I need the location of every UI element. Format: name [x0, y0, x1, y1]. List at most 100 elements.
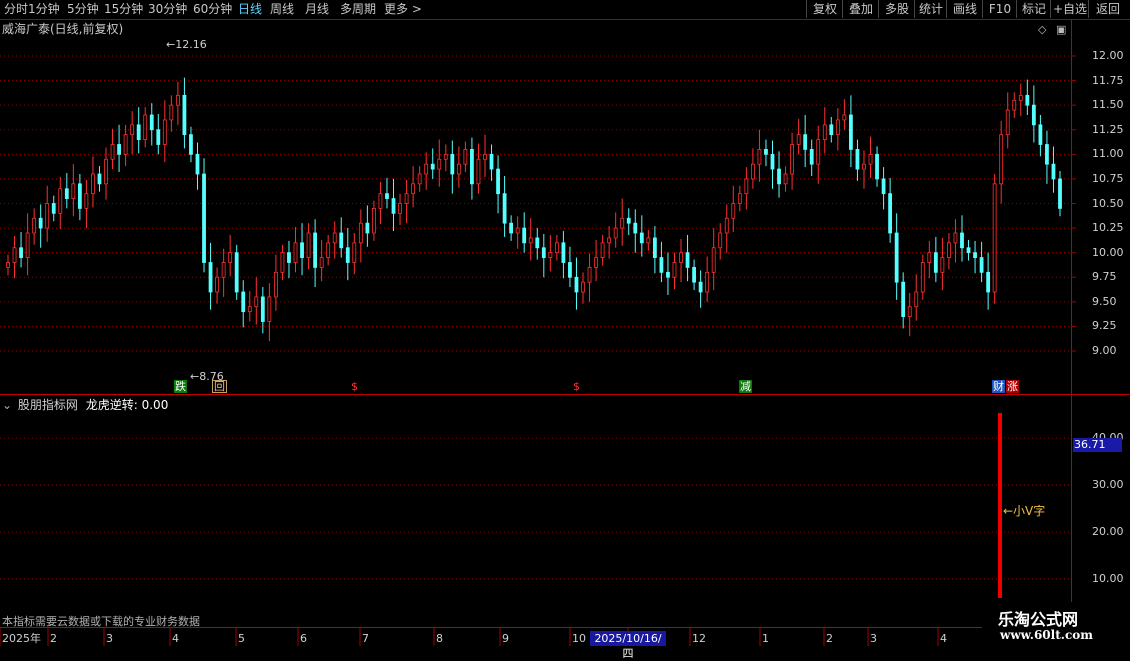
price-tick-label: 11.25: [1092, 122, 1124, 136]
candle-body: [541, 247, 546, 258]
date-label: 5: [238, 632, 245, 645]
candle-body: [378, 193, 383, 209]
candle-body: [58, 188, 63, 214]
candle-body: [156, 129, 161, 145]
date-label: 4: [172, 632, 179, 645]
watermark-url: www.60lt.com: [1000, 628, 1093, 642]
candle-body: [855, 149, 860, 170]
candle-body: [881, 178, 886, 195]
candle-body: [221, 262, 226, 278]
candle-body: [829, 124, 834, 136]
candle-body: [496, 168, 500, 195]
candle-body: [620, 217, 625, 229]
candle-body: [358, 222, 363, 244]
candle-body: [783, 173, 788, 185]
tag-rise[interactable]: 涨: [1006, 380, 1019, 393]
candle-body: [123, 134, 128, 155]
candle-body: [594, 257, 598, 268]
candle-body: [960, 232, 964, 249]
candle-body: [626, 217, 631, 224]
candle-body: [398, 203, 402, 214]
collapse-icon[interactable]: ⌄: [2, 398, 12, 412]
candle-body: [313, 232, 318, 268]
candle-body: [352, 242, 357, 263]
date-label: 9: [502, 632, 509, 645]
date-label: 2: [826, 632, 833, 645]
candle-body: [914, 291, 919, 308]
candle-body: [894, 232, 899, 283]
candle-body: [901, 281, 906, 317]
tag-dollar-1[interactable]: $: [350, 380, 359, 393]
candle-body: [502, 193, 507, 224]
candle-body: [947, 242, 951, 258]
candle-body: [202, 173, 206, 263]
candle-body: [927, 252, 932, 263]
candle-body: [1051, 163, 1056, 180]
tag-reduce[interactable]: 减: [739, 380, 752, 393]
candle-body: [1058, 178, 1062, 209]
candle-body: [639, 232, 644, 244]
candle-body: [522, 227, 527, 244]
candle-body: [633, 222, 638, 234]
candle-body: [437, 158, 442, 170]
indicator-value: 0.00: [141, 398, 169, 412]
candle-body: [6, 262, 10, 268]
candle-body: [195, 153, 200, 175]
candle-body: [757, 149, 762, 165]
candle-body: [698, 281, 703, 293]
candle-body: [646, 237, 651, 244]
candle-body: [940, 257, 945, 273]
candle-body: [835, 119, 840, 136]
candle-body: [424, 163, 429, 175]
candle-body: [509, 222, 514, 234]
candle-body: [1038, 124, 1043, 145]
candle-body: [581, 281, 585, 293]
candle-body: [372, 208, 376, 234]
candle-body: [443, 153, 448, 160]
candle-body: [711, 247, 716, 273]
indicator-source: 股朋指标网: [17, 398, 78, 412]
candle-body: [483, 153, 487, 160]
candle-body: [143, 114, 148, 140]
indicator-tick-label: 10.00: [1092, 572, 1124, 585]
candle-body: [162, 119, 167, 145]
tag-drop[interactable]: 跌: [174, 380, 187, 393]
date-label: 12: [692, 632, 706, 645]
candle-body: [770, 153, 775, 170]
candle-body: [672, 262, 677, 278]
tag-dollar-2[interactable]: $: [572, 380, 581, 393]
date-label: 4: [940, 632, 947, 645]
chart-canvas: [0, 55, 1076, 646]
indicator-annotation: ←小V字: [1003, 504, 1046, 518]
tag-return[interactable]: 回: [212, 380, 227, 393]
candle-body: [228, 252, 233, 263]
candle-body: [705, 271, 710, 293]
date-label: 1: [762, 632, 769, 645]
candle-body: [84, 193, 89, 209]
candle-body: [215, 276, 219, 293]
candle-body: [456, 163, 461, 175]
candle-body: [744, 178, 749, 195]
candle-body: [260, 296, 265, 322]
candle-body: [64, 188, 69, 199]
date-highlight: 2025/10/16/四: [590, 631, 666, 660]
candle-body: [234, 252, 239, 293]
candle-body: [476, 158, 481, 185]
high-marker: ←12.16: [166, 38, 207, 51]
candle-body: [1025, 94, 1030, 106]
candle-body: [326, 242, 331, 258]
candle-body: [71, 183, 76, 199]
candle-body: [777, 168, 781, 185]
candle-body: [417, 173, 422, 185]
indicator-header[interactable]: ⌄ 股朋指标网 龙虎逆转: 0.00: [2, 397, 168, 413]
candle-body: [842, 114, 847, 121]
candle-body: [32, 217, 37, 234]
candle-body: [293, 242, 298, 263]
candle-body: [986, 271, 991, 293]
price-tick-label: 10.00: [1092, 245, 1124, 259]
candle-body: [104, 158, 108, 185]
candle-body: [737, 193, 742, 204]
candle-body: [267, 296, 272, 322]
candle-body: [868, 153, 873, 165]
tag-finance[interactable]: 财: [992, 380, 1005, 393]
